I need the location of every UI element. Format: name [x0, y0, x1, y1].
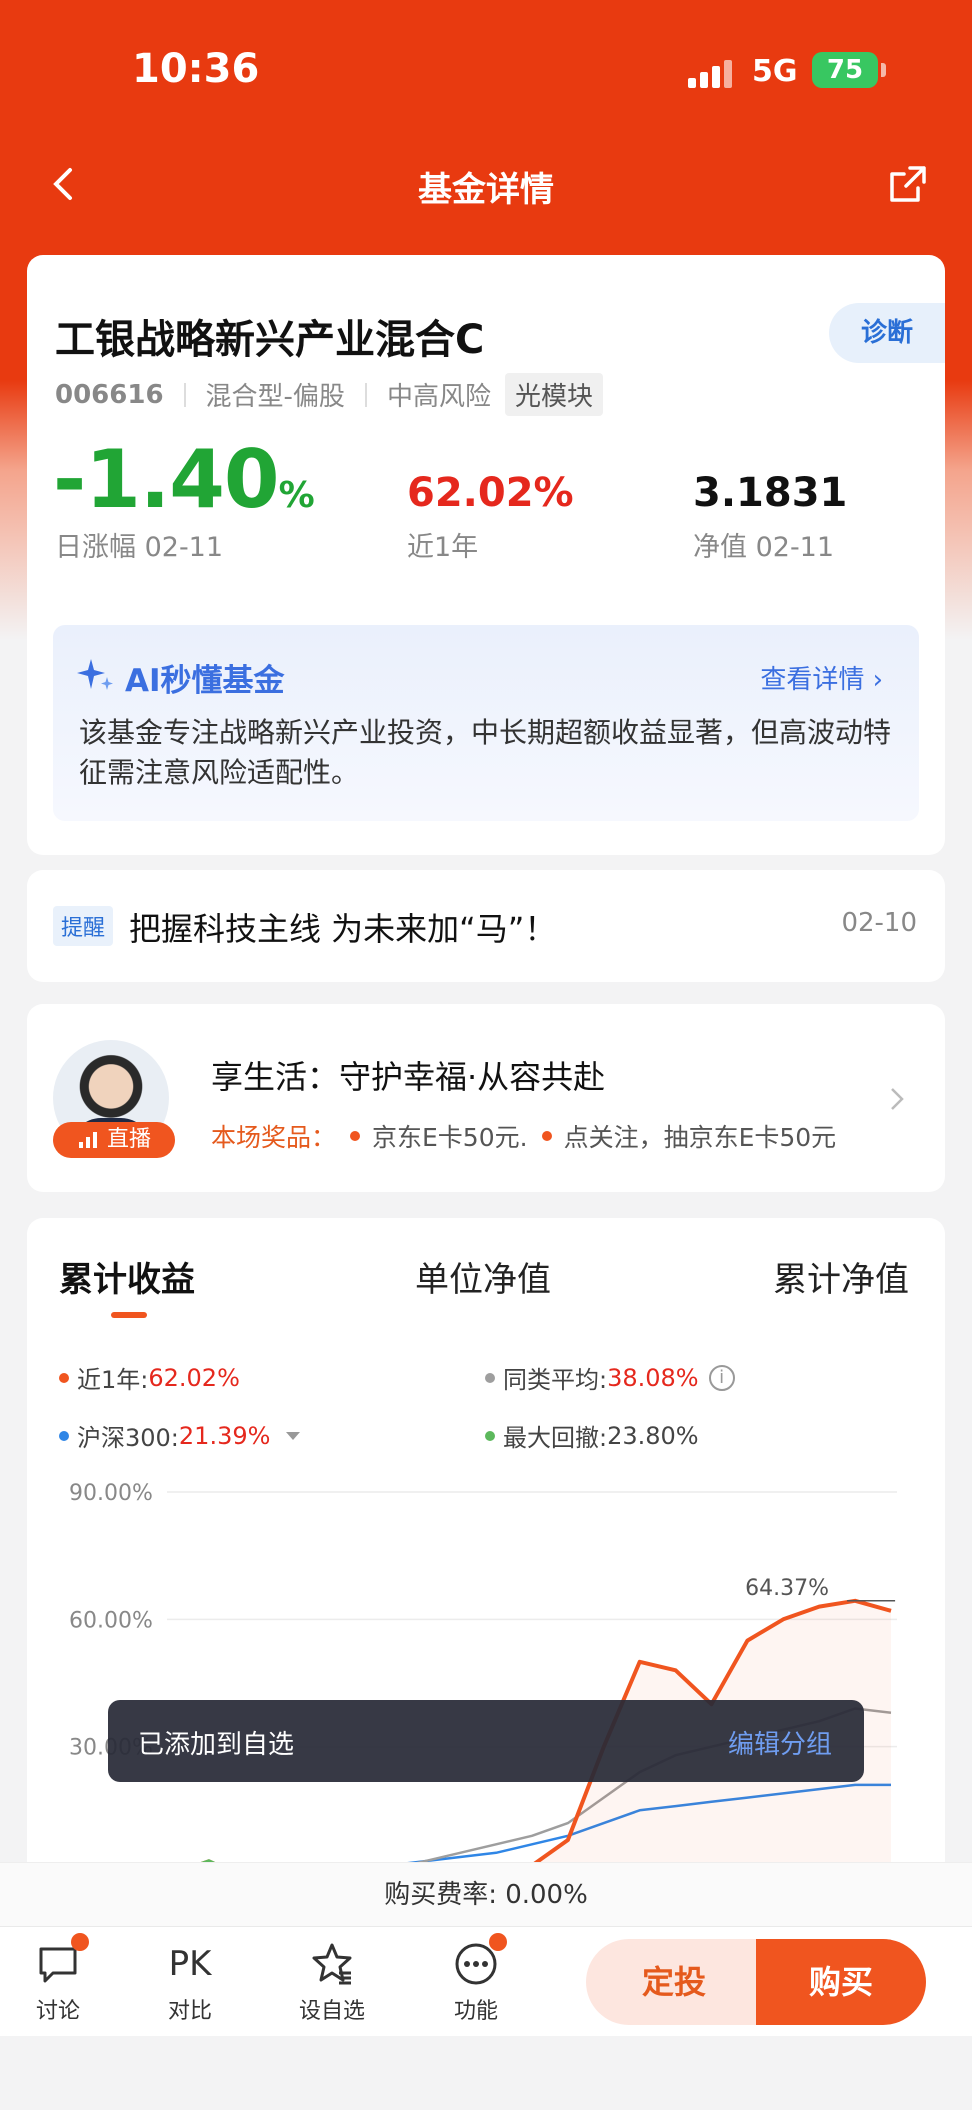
legend-label: 沪深300:: [77, 1424, 179, 1452]
chevron-right-icon: [891, 1088, 904, 1110]
legend-label: 同类平均:: [503, 1366, 608, 1394]
tab-unit-nav[interactable]: 单位净值: [415, 1252, 551, 1301]
ai-more-label: 查看详情: [760, 665, 865, 695]
divider: [364, 382, 367, 407]
bullet-dot: [350, 1131, 361, 1141]
star-icon: [309, 1941, 355, 1987]
fee-rate: 购买费率: 0.00%: [0, 1862, 972, 1926]
pk-icon: PK: [168, 1944, 212, 1984]
compare-label: 对比: [167, 1999, 212, 2024]
status-bar: 10:36 5G 75: [0, 0, 972, 140]
share-icon[interactable]: [888, 164, 928, 204]
live-stream-card[interactable]: 直播 享生活：守护幸福·从容共赴 本场奖品： 京东E卡50元. 点关注，抽京东E…: [27, 1004, 945, 1192]
diagnose-button[interactable]: 诊断: [829, 303, 945, 363]
live-badge: 直播: [53, 1122, 175, 1158]
ai-summary-box[interactable]: AI秒懂基金 查看详情 › 该基金专注战略新兴产业投资，中长期超额收益显著，但高…: [53, 625, 919, 821]
legend-dot: [485, 1430, 495, 1441]
buy-button[interactable]: 购买: [756, 1939, 926, 2025]
legend-hs300[interactable]: 沪深300: 21.39%: [59, 1418, 301, 1453]
bullet-dot: [541, 1131, 552, 1141]
more-label: 功能: [453, 1999, 498, 2024]
reminder-tag: 提醒: [53, 906, 114, 946]
edit-group-link[interactable]: 编辑分组: [728, 1724, 832, 1761]
chart-tabs: 累计收益 单位净值 累计净值: [27, 1252, 945, 1312]
legend-value: 62.02%: [148, 1363, 240, 1392]
legend-value: 21.39%: [178, 1421, 271, 1450]
toast-message: 已添加到自选: [138, 1730, 295, 1760]
add-watchlist-button[interactable]: 设自选: [282, 1941, 382, 2025]
daily-change-label: 日涨幅 02-11: [55, 532, 224, 563]
fund-type: 混合型-偏股: [205, 382, 345, 412]
fund-meta: 006616 混合型-偏股 中高风险 光模块: [55, 373, 603, 416]
info-icon[interactable]: i: [708, 1364, 735, 1391]
fund-risk: 中高风险: [386, 382, 491, 412]
prize-label: 本场奖品：: [211, 1123, 337, 1152]
notification-dot: [489, 1933, 507, 1951]
more-functions-button[interactable]: 功能: [426, 1933, 526, 2025]
active-tab-indicator: [111, 1312, 147, 1318]
year-return-label: 近1年: [407, 532, 479, 563]
reminder-card[interactable]: 提醒 把握科技主线 为未来加“马”！ 02-10: [27, 870, 945, 982]
live-badge-label: 直播: [107, 1127, 152, 1152]
fund-code: 006616: [55, 379, 164, 410]
legend-dot: [59, 1430, 69, 1441]
discuss-button[interactable]: 讨论: [8, 1933, 108, 2025]
divider: [183, 382, 186, 407]
legend-value: 38.08%: [607, 1363, 699, 1392]
daily-change: -1.40%: [53, 433, 315, 526]
live-prize: 本场奖品： 京东E卡50元. 点关注，抽京东E卡50元: [211, 1118, 836, 1154]
toast: 已添加到自选 编辑分组: [108, 1700, 864, 1782]
legend-peer: 同类平均: 38.08% i: [485, 1360, 735, 1395]
ai-title: AI秒懂基金: [125, 663, 285, 699]
sparkle-icon: [77, 659, 113, 690]
ai-summary-text: 该基金专注战略新兴产业投资，中长期超额收益显著，但高波动特征需注意风险适配性。: [79, 716, 892, 789]
peak-label: 64.37%: [745, 1576, 829, 1601]
y-tick-label: 60.00%: [69, 1608, 153, 1633]
page-title: 基金详情: [418, 170, 554, 210]
sector-tag[interactable]: 光模块: [504, 373, 603, 416]
reminder-date: 02-10: [841, 908, 917, 938]
nav-bar: 基金详情: [0, 150, 972, 220]
legend-dot: [59, 1372, 69, 1383]
reminder-text: 把握科技主线 为未来加“马”！: [129, 910, 557, 948]
notification-dot: [71, 1933, 89, 1951]
return-chart[interactable]: 90.00%60.00%30.00%0.00%64.37%: [27, 1468, 945, 1898]
ai-more-link[interactable]: 查看详情 ›: [760, 659, 883, 696]
status-time: 10:36: [132, 46, 260, 92]
legend-dot: [485, 1372, 495, 1383]
network-type: 5G: [752, 54, 798, 89]
legend-fund: 近1年: 62.02%: [59, 1360, 240, 1395]
performance-card: 累计收益 单位净值 累计净值 近1年: 62.02% 同类平均: 38.08% …: [27, 1218, 945, 1898]
legend-label: 近1年:: [77, 1366, 149, 1394]
daily-change-value: -1.40: [53, 433, 280, 526]
nav-value: 3.1831: [693, 470, 848, 516]
watch-label: 设自选: [298, 1999, 365, 2024]
y-tick-label: 90.00%: [69, 1481, 153, 1506]
legend-drawdown: 最大回撤: 23.80%: [485, 1418, 699, 1453]
more-icon: [453, 1933, 507, 1987]
daily-change-unit: %: [278, 475, 315, 516]
comment-icon: [35, 1933, 89, 1987]
prize-item: 京东E卡50元.: [372, 1123, 528, 1152]
discuss-label: 讨论: [35, 1999, 80, 2024]
chevron-right-icon: ›: [872, 665, 883, 695]
battery-icon: 75: [812, 52, 886, 88]
tab-cumulative-return[interactable]: 累计收益: [59, 1252, 195, 1301]
legend-label: 最大回撤:: [503, 1424, 608, 1452]
live-title: 享生活：守护幸福·从容共赴: [211, 1058, 606, 1096]
year-return-value: 62.02%: [407, 470, 574, 516]
prize-item: 点关注，抽京东E卡50元: [563, 1123, 837, 1152]
compare-button[interactable]: PK 对比: [140, 1941, 240, 2025]
dropdown-triangle-icon: [286, 1431, 301, 1440]
signal-icon: [688, 58, 736, 88]
nav-label: 净值 02-11: [693, 532, 835, 563]
live-bars-icon: [79, 1132, 97, 1148]
bottom-action-bar: 讨论 PK 对比 设自选 功能 定投 购买: [0, 1926, 972, 2036]
sip-button[interactable]: 定投: [586, 1939, 762, 2025]
fund-name: 工银战略新兴产业混合C: [55, 317, 485, 363]
legend-value: 23.80%: [607, 1421, 699, 1450]
tab-cumulative-nav[interactable]: 累计净值: [773, 1252, 909, 1301]
fund-summary-card: 工银战略新兴产业混合C 诊断 006616 混合型-偏股 中高风险 光模块 -1…: [27, 255, 945, 855]
